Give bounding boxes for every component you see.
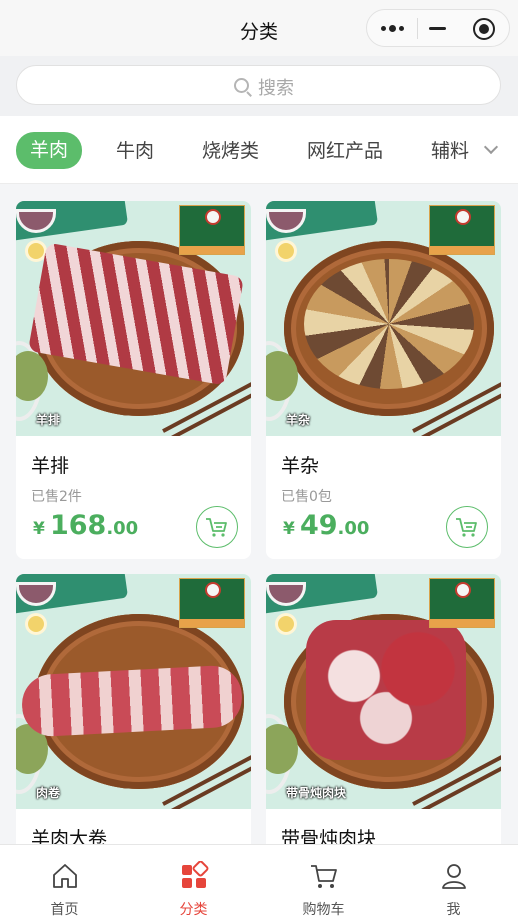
brand-logo — [429, 578, 495, 628]
search-icon — [234, 78, 249, 93]
minimize-icon[interactable] — [429, 27, 446, 30]
image-tag: 肉卷 — [36, 786, 61, 800]
product-image: 羊杂 — [266, 201, 501, 436]
sold-count: 已售2件 — [31, 489, 82, 505]
tab-mutton[interactable]: 羊肉 — [16, 132, 82, 169]
brand-logo — [179, 205, 245, 255]
image-tag: 羊排 — [36, 413, 61, 427]
image-tag: 羊杂 — [286, 413, 311, 427]
cart-icon — [206, 518, 227, 537]
user-icon — [442, 864, 466, 889]
tabbar-label: 首页 — [50, 902, 79, 918]
category-icon — [182, 861, 209, 888]
tab-beef[interactable]: 牛肉 — [116, 136, 154, 163]
add-to-cart-button[interactable] — [446, 506, 488, 548]
product-name: 羊杂 — [281, 455, 320, 477]
navigation-bar: 分类 — [0, 0, 518, 56]
home-icon — [53, 864, 77, 888]
sold-count: 已售0包 — [281, 489, 332, 505]
tabbar-item-category[interactable]: 分类 — [129, 845, 258, 920]
bottom-tab-bar: 首页 分类 购物车 我 — [0, 844, 518, 920]
more-options-icon[interactable] — [381, 25, 407, 33]
product-card[interactable]: 羊杂 羊杂 已售0包 ¥ 49.00 — [266, 201, 501, 559]
tabbar-item-cart[interactable]: 购物车 — [259, 845, 388, 920]
search-input[interactable]: 搜索 — [16, 65, 501, 105]
tab-trending[interactable]: 网红产品 — [307, 136, 383, 163]
close-mini-program-icon[interactable] — [473, 18, 495, 40]
product-card[interactable]: 带骨炖肉块 带骨炖肉块 — [266, 574, 501, 854]
product-card[interactable]: 肉卷 羊肉大卷 — [16, 574, 251, 854]
product-image: 带骨炖肉块 — [266, 574, 501, 809]
search-placeholder: 搜索 — [258, 78, 294, 99]
category-tabs: 羊肉 牛肉 烧烤类 网红产品 辅料 — [0, 116, 518, 184]
brand-logo — [179, 578, 245, 628]
tabbar-label: 我 — [446, 902, 461, 918]
tab-bbq[interactable]: 烧烤类 — [202, 136, 259, 163]
cart-icon — [456, 518, 477, 537]
capsule-divider — [417, 18, 418, 39]
brand-logo — [429, 205, 495, 255]
image-tag: 带骨炖肉块 — [286, 786, 347, 800]
tabbar-label: 购物车 — [302, 902, 345, 918]
tabbar-item-home[interactable]: 首页 — [0, 845, 129, 920]
product-image: 羊排 — [16, 201, 251, 436]
tabbar-item-me[interactable]: 我 — [389, 845, 518, 920]
product-price: ¥ 49.00 — [283, 510, 370, 541]
tabbar-label: 分类 — [179, 902, 208, 918]
add-to-cart-button[interactable] — [196, 506, 238, 548]
tab-condiments[interactable]: 辅料 — [431, 136, 469, 163]
search-section: 搜索 — [0, 56, 518, 116]
product-image: 肉卷 — [16, 574, 251, 809]
cart-icon — [311, 865, 337, 888]
chevron-down-icon[interactable] — [483, 139, 499, 155]
mini-program-capsule — [366, 9, 510, 47]
product-price: ¥ 168.00 — [33, 510, 139, 541]
product-name: 羊排 — [31, 455, 70, 477]
product-card[interactable]: 羊排 羊排 已售2件 ¥ 168.00 — [16, 201, 251, 559]
